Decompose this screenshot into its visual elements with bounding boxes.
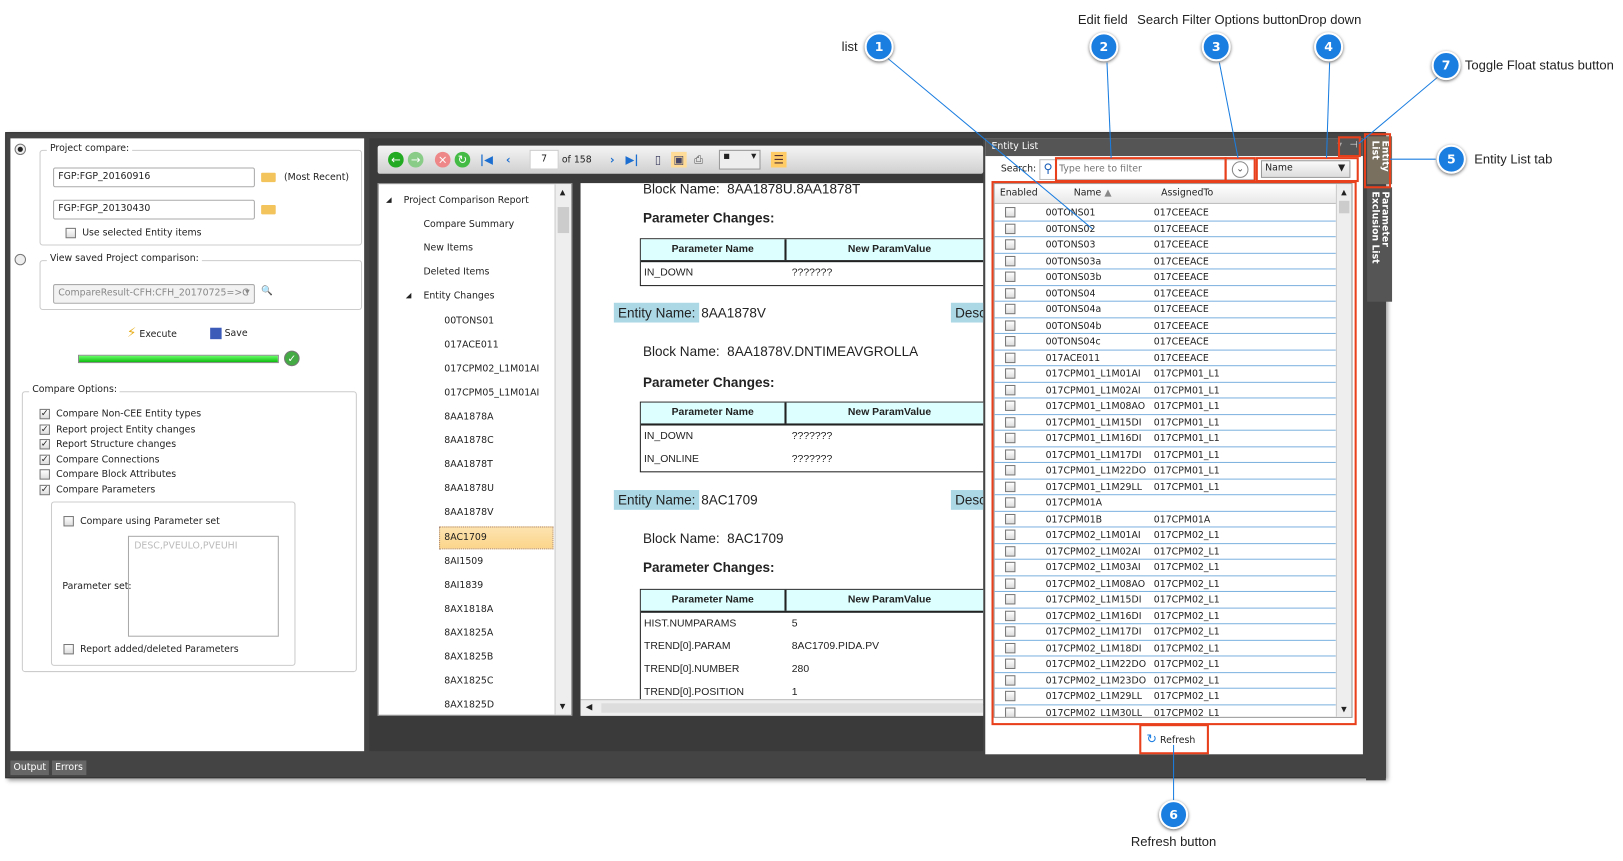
callout-4-label: Drop down (1298, 12, 1362, 28)
callout-1: 1 (864, 32, 894, 62)
callout-line-2 (1106, 62, 1112, 159)
callout-2-label: Edit field (1077, 12, 1128, 28)
callout-line-3 (1218, 62, 1239, 159)
callout-5: 5 (1436, 144, 1466, 174)
callout-6-label: Refresh button (1130, 834, 1217, 849)
callout-2: 2 (1089, 32, 1119, 62)
callout-3: 3 (1201, 32, 1231, 62)
callout-line-1 (886, 56, 1093, 230)
callout-line-7 (1358, 76, 1439, 144)
callout-1-label: list (841, 39, 858, 55)
callout-lines (886, 56, 1439, 801)
callout-7-label: Toggle Float status button (1464, 58, 1614, 73)
callout-line-4 (1325, 62, 1331, 159)
callout-3-label: Search Filter Options button (1137, 12, 1300, 28)
callout-5-label: Entity List tab (1474, 151, 1553, 167)
callout-6: 6 (1159, 800, 1189, 830)
callout-7: 7 (1431, 50, 1461, 81)
callout-4: 4 (1314, 32, 1344, 62)
